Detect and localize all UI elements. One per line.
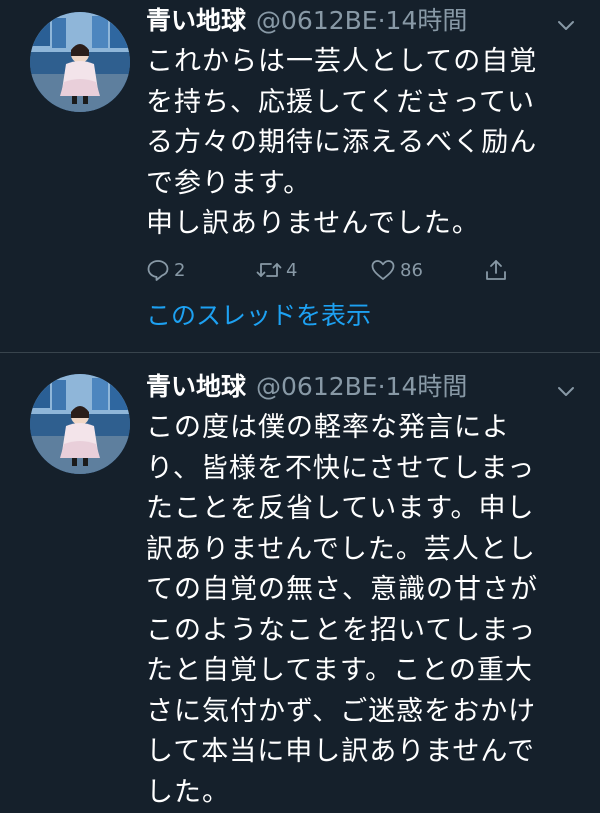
chevron-down-icon[interactable] [555, 14, 577, 36]
tweet-header: 青い地球 @0612BE·14時間 [146, 370, 467, 404]
action-bar: 2 4 86 [146, 256, 526, 284]
tweet-text: これからは一芸人としての自覚 を持ち、応援してくださってい る方々の期待に添える… [146, 46, 538, 239]
timestamp[interactable]: 14時間 [386, 6, 468, 35]
separator-dot: · [377, 372, 386, 401]
chevron-down-icon[interactable] [555, 380, 577, 402]
reply-icon [147, 260, 169, 281]
user-handle[interactable]: @0612BE [256, 372, 378, 401]
tweet-header: 青い地球 @0612BE·14時間 [146, 4, 467, 38]
tweet[interactable]: 青い地球 @0612BE·14時間 この度は僕の軽率な発言によ り、皆様を不快にさ… [0, 352, 600, 810]
like-button[interactable]: 86 [370, 256, 423, 284]
like-count: 86 [400, 259, 423, 281]
tweet[interactable]: 青い地球 @0612BE·14時間 これからは一芸人としての自覚 を持ち、応援して… [0, 0, 600, 352]
display-name[interactable]: 青い地球 [146, 372, 246, 401]
reply-button[interactable]: 2 [146, 256, 185, 284]
show-thread-link[interactable]: このスレッドを表示 [146, 298, 371, 334]
avatar-image [30, 12, 130, 112]
display-name[interactable]: 青い地球 [146, 6, 246, 35]
share-button[interactable] [484, 256, 512, 284]
avatar[interactable] [30, 374, 130, 474]
tweet-text: この度は僕の軽率な発言によ り、皆様を不快にさせてしまっ たことを反省しています… [146, 412, 538, 808]
reply-count: 2 [174, 259, 186, 281]
retweet-icon [256, 263, 282, 277]
avatar-image [30, 374, 130, 474]
separator-dot: · [377, 6, 386, 35]
retweet-count: 4 [286, 259, 298, 281]
avatar[interactable] [30, 12, 130, 112]
like-icon [371, 260, 395, 280]
timestamp[interactable]: 14時間 [386, 372, 468, 401]
retweet-button[interactable]: 4 [256, 256, 297, 284]
user-handle[interactable]: @0612BE [256, 6, 378, 35]
share-icon [486, 260, 506, 280]
